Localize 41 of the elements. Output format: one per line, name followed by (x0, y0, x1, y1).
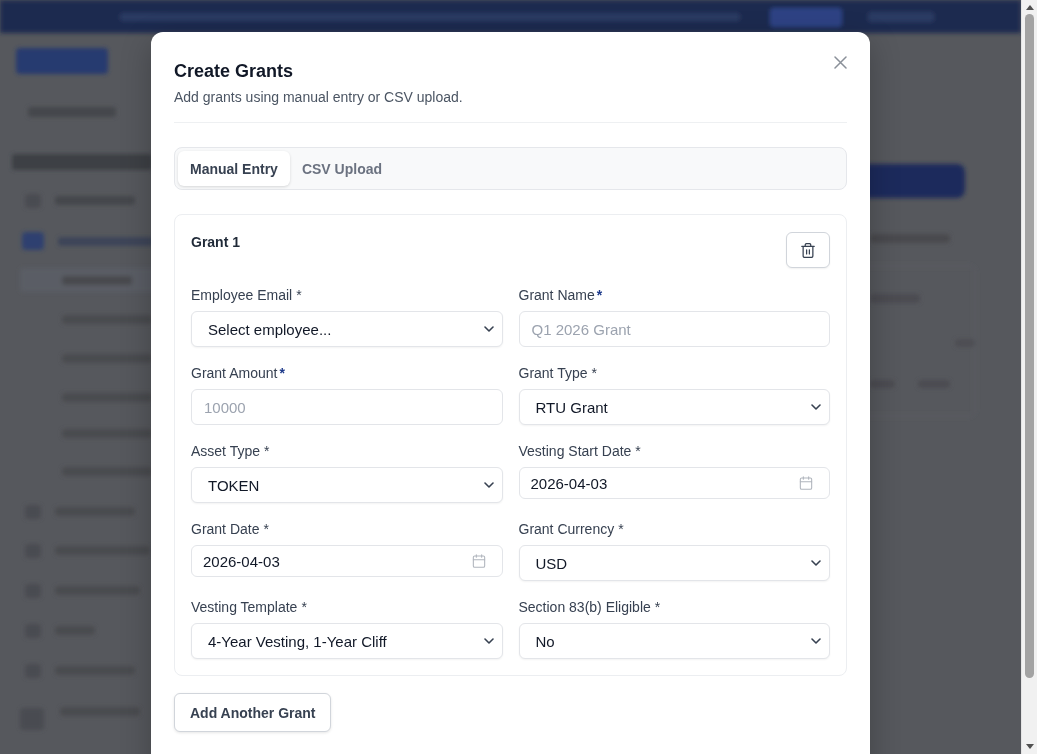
close-icon (833, 55, 847, 69)
tab[interactable]: Manual Entry (178, 151, 290, 186)
dialog-subtitle: Add grants using manual entry or CSV upload. (174, 88, 463, 107)
chevron-down-icon (811, 638, 821, 644)
dialog-title: Create Grants (174, 60, 294, 83)
calendar-icon (471, 554, 486, 568)
grant-title: Grant 1 (191, 233, 240, 252)
delete-button[interactable] (786, 232, 830, 268)
chevron-down-icon (483, 482, 494, 488)
chevron-down-icon (483, 326, 494, 332)
select-field[interactable]: 4-Year Vesting, 1-Year Cliff (191, 623, 503, 659)
scrollbar-track[interactable] (1021, 0, 1037, 754)
field-label: Employee Email * (191, 286, 303, 305)
field-label: Vesting Start Date * (518, 442, 642, 461)
field-label: Section 83(b) Eligible * (518, 598, 662, 617)
select-field[interactable]: Select employee... (191, 311, 503, 347)
scroll-up-arrow-icon[interactable] (1025, 5, 1034, 10)
field-label: Asset Type * (191, 442, 271, 461)
scrollbar-thumb[interactable] (1025, 14, 1034, 678)
select-field[interactable]: TOKEN (191, 467, 503, 503)
date-field[interactable]: 2026-04-03 (191, 545, 503, 577)
date-field[interactable]: 2026-04-03 (518, 467, 830, 499)
field-label: Grant Type * (518, 364, 598, 383)
chevron-down-icon (811, 404, 821, 410)
text-input-field[interactable]: 10000 (191, 389, 503, 425)
select-field[interactable]: No (518, 623, 830, 659)
tab[interactable]: CSV Upload (289, 151, 395, 186)
field-label: Grant Name* (518, 286, 604, 305)
text-input-field[interactable]: Q1 2026 Grant (518, 311, 830, 347)
select-field[interactable]: RTU Grant (518, 389, 830, 425)
scroll-down-arrow-icon[interactable] (1025, 744, 1034, 749)
calendar-icon (799, 476, 813, 490)
field-label: Vesting Template * (191, 598, 308, 617)
field-label: Grant Currency * (518, 520, 625, 539)
trash-icon (801, 242, 815, 258)
chevron-down-icon (483, 638, 494, 644)
field-label: Grant Amount* (191, 364, 286, 383)
add-grant-button[interactable]: Add Another Grant (174, 693, 332, 732)
field-label: Grant Date * (191, 520, 270, 539)
select-field[interactable]: USD (518, 545, 830, 581)
chevron-down-icon (811, 560, 821, 566)
